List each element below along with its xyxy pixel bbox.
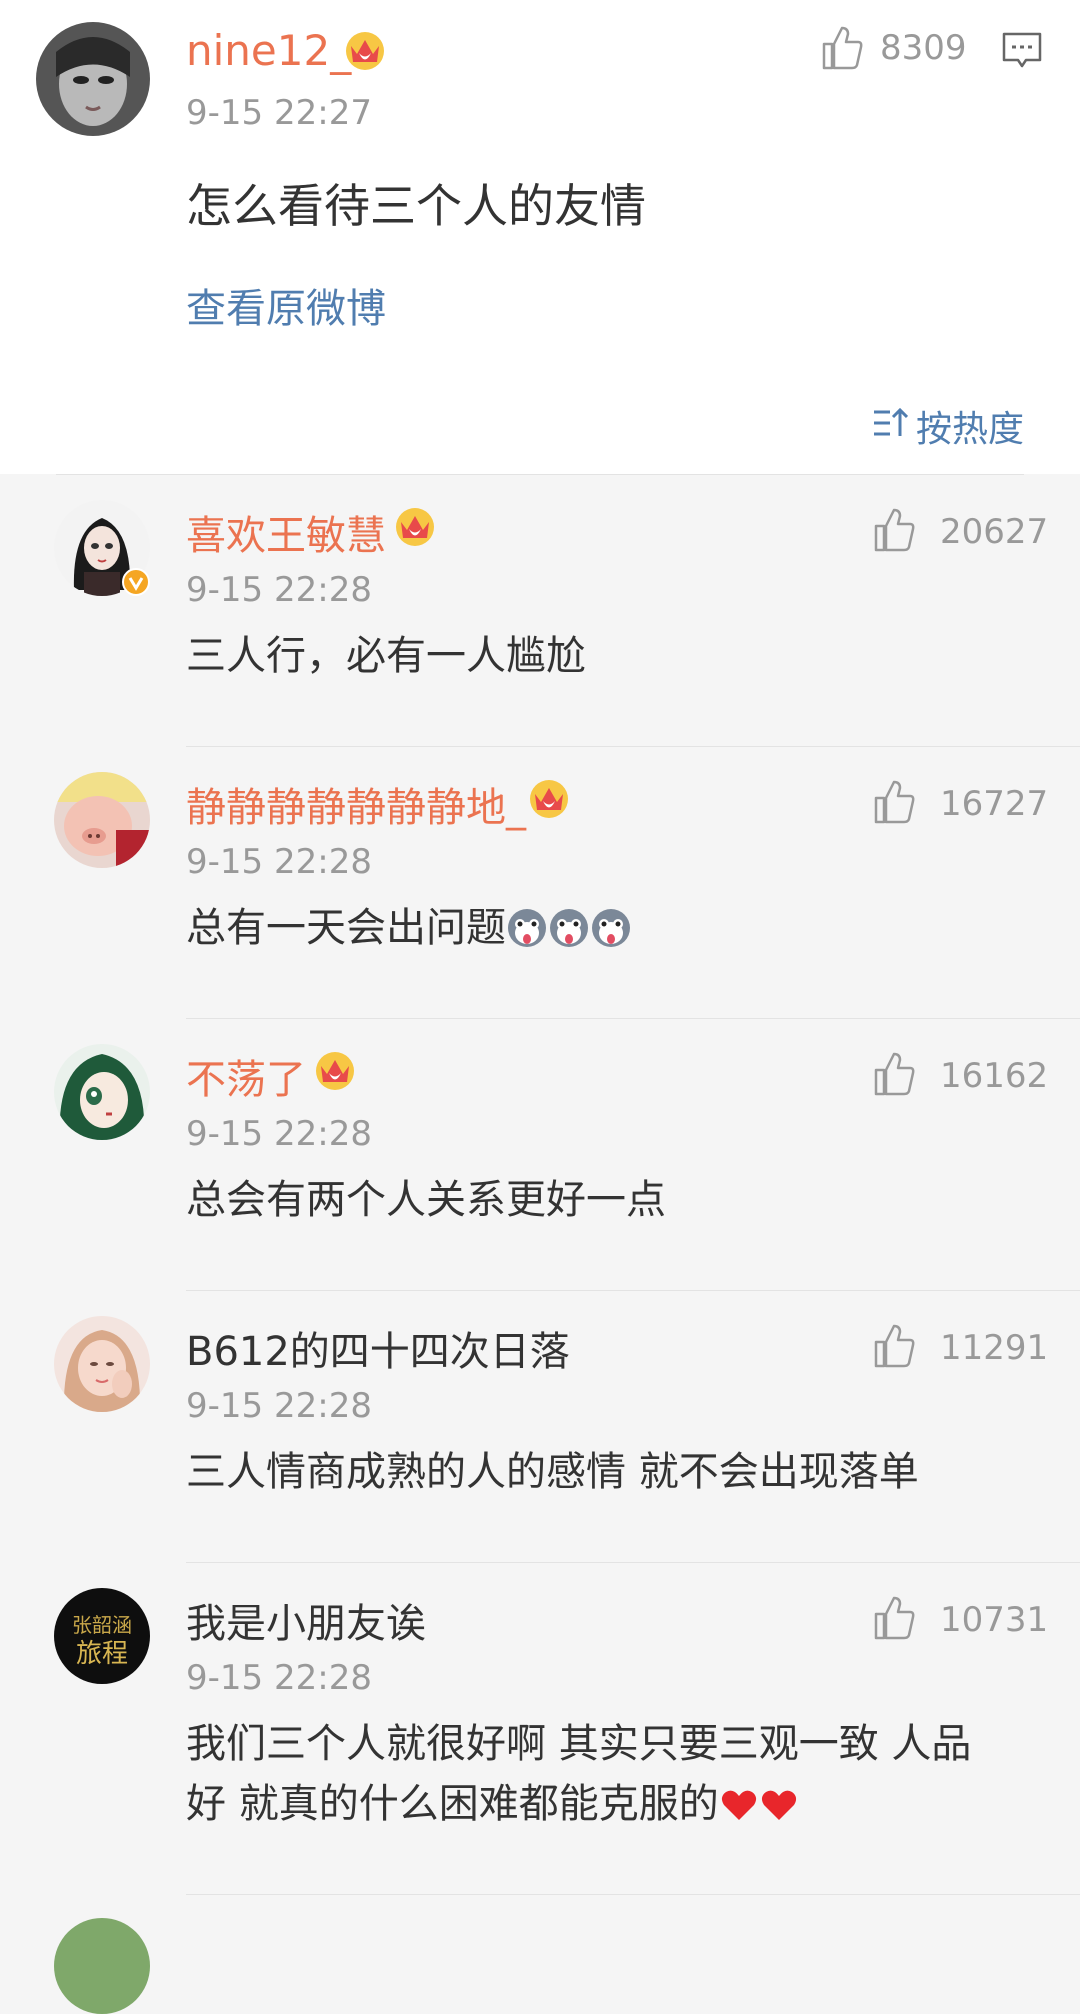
like-icon[interactable]	[870, 1594, 918, 1642]
divider	[186, 1290, 1080, 1291]
comment-time: 9-15 22:28	[186, 1386, 372, 1426]
divider	[186, 1562, 1080, 1563]
comment-text-container: 总有一天会出问题	[186, 898, 632, 958]
comment-time: 9-15 22:28	[186, 842, 372, 882]
comment-time: 9-15 22:28	[186, 1114, 372, 1154]
comment-like-count: 16727	[940, 784, 1049, 824]
commenter-name[interactable]: 喜欢王敏慧	[186, 503, 386, 561]
crown-icon	[316, 1052, 354, 1090]
comment-like-count: 16162	[940, 1056, 1049, 1096]
husky-emoji-icon	[550, 909, 588, 947]
post-header: nine12_ 9-15 22:27 8309 怎么看待三个人的友情 查看原微博…	[0, 0, 1080, 474]
divider	[186, 1018, 1080, 1019]
like-icon[interactable]	[870, 778, 918, 826]
like-icon[interactable]	[818, 24, 866, 72]
post-text: 怎么看待三个人的友情	[186, 179, 646, 233]
commenter-name[interactable]: 静静静静静静静地_	[186, 775, 526, 833]
comment-text-line-1: 我们三个人就很好啊 其实只要三观一致 人品	[186, 1721, 972, 1767]
commenter-avatar[interactable]	[54, 1044, 150, 1140]
comment-time: 9-15 22:28	[186, 1658, 372, 1698]
comment-like-count: 20627	[940, 512, 1049, 552]
sort-label: 按热度	[916, 409, 1025, 450]
divider	[186, 1894, 1080, 1895]
verified-badge-icon	[122, 568, 150, 596]
heart-icon	[761, 1790, 796, 1820]
comment-text: 总有一天会出问题	[186, 905, 506, 951]
commenter-avatar[interactable]: 张韶涵 旅程	[54, 1588, 150, 1684]
heart-icon	[721, 1790, 756, 1820]
post-time: 9-15 22:27	[186, 93, 372, 133]
commenter-name[interactable]: B612的四十四次日落	[186, 1319, 570, 1377]
comment-text: 总会有两个人关系更好一点	[186, 1177, 666, 1223]
avatar-text: 张韶涵	[72, 1613, 132, 1637]
husky-emoji-icon	[592, 909, 630, 947]
commenter-name[interactable]: 不荡了	[186, 1047, 306, 1105]
comment-text-line-2: 好 就真的什么困难都能克服的	[186, 1781, 719, 1827]
comment-text: 三人行，必有一人尴尬	[186, 633, 586, 679]
like-icon[interactable]	[870, 1050, 918, 1098]
commenter-avatar[interactable]	[54, 1918, 150, 2014]
post-author-name[interactable]: nine12_	[186, 26, 351, 75]
comment-like-count: 10731	[940, 1600, 1049, 1640]
divider	[186, 746, 1080, 747]
sort-icon	[874, 407, 908, 436]
comment-text: 三人情商成熟的人的感情 就不会出现落单	[186, 1449, 919, 1495]
view-original-link[interactable]: 查看原微博	[186, 276, 386, 334]
comment-text-line-2-container: 好 就真的什么困难都能克服的	[186, 1774, 799, 1834]
commenter-avatar[interactable]	[54, 1316, 150, 1412]
crown-icon	[396, 508, 434, 546]
comment-time: 9-15 22:28	[186, 570, 372, 610]
post-like-count: 8309	[880, 28, 967, 68]
crown-icon	[530, 780, 568, 818]
like-icon[interactable]	[870, 506, 918, 554]
commenter-name[interactable]: 我是小朋友诶	[186, 1591, 426, 1649]
comment-like-count: 11291	[940, 1328, 1049, 1368]
husky-emoji-icon	[508, 909, 546, 947]
like-icon[interactable]	[870, 1322, 918, 1370]
avatar-text: 旅程	[76, 1639, 128, 1669]
comment-icon[interactable]	[1000, 28, 1044, 72]
post-author-avatar[interactable]	[36, 22, 150, 136]
crown-icon	[346, 32, 384, 70]
commenter-avatar[interactable]	[54, 772, 150, 868]
divider	[56, 474, 1024, 475]
